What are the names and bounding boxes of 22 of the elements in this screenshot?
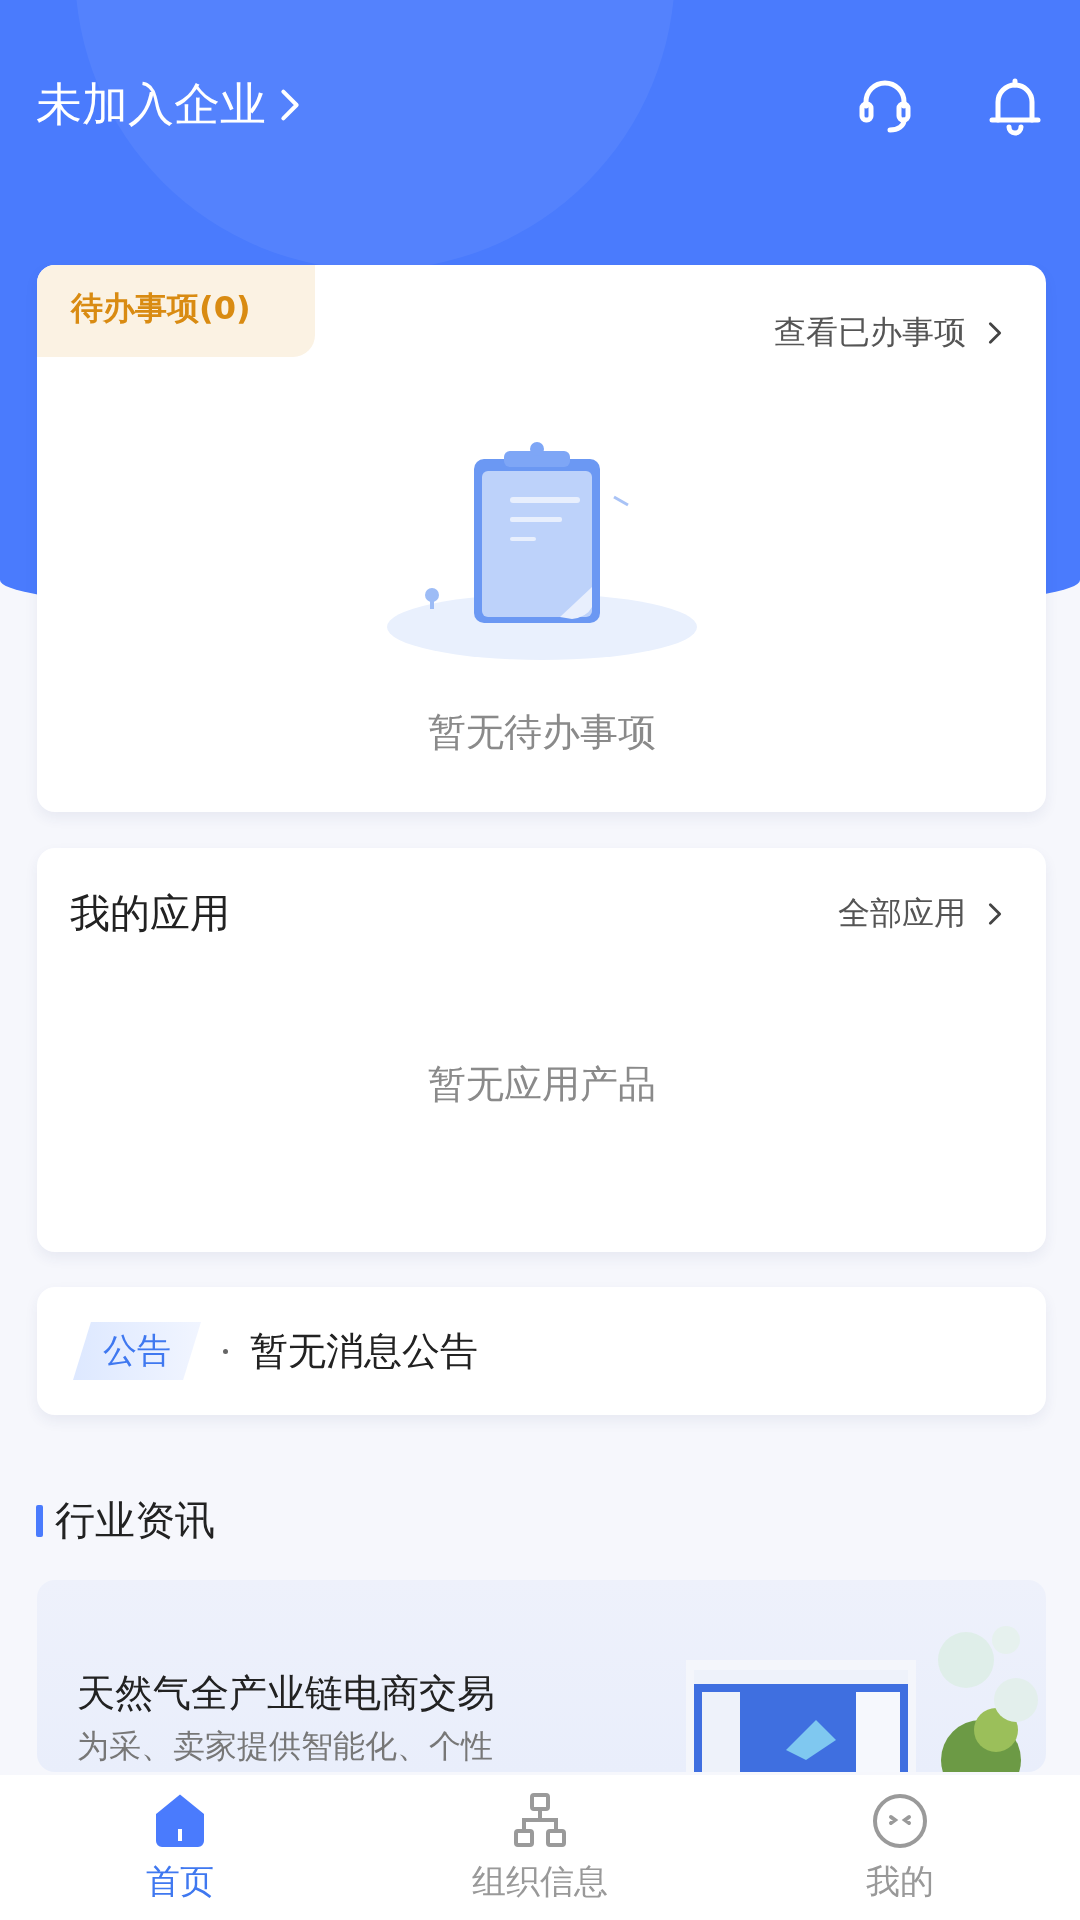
empty-apps-text: 暂无应用产品	[427, 1061, 656, 1108]
accent-bar	[36, 1504, 43, 1537]
tab-bar-item[interactable]: 我的	[720, 1775, 1080, 1920]
section-title: 行业资讯	[55, 1496, 215, 1545]
view-done-link[interactable]: 查看已办事项	[774, 311, 1002, 355]
apps-title: 我的应用	[70, 889, 230, 938]
notice-bar[interactable]: 公告 暂无消息公告	[37, 1287, 1046, 1415]
tab-bar-item[interactable]: 组织信息	[360, 1775, 720, 1920]
notice-tag: 公告	[73, 1322, 201, 1380]
news-card[interactable]: 天然气全产业链电商交易 为采、卖家提供智能化、个性	[37, 1580, 1046, 1772]
chevron-icon	[988, 321, 1002, 345]
chevron-icon	[280, 88, 300, 122]
todo-tab[interactable]: 待办事项(0)	[37, 265, 315, 357]
chevron-icon	[988, 901, 1002, 926]
empty-todo-text: 暂无待办事项	[427, 709, 656, 756]
all-apps-link[interactable]: 全部应用	[838, 891, 1002, 936]
dot-icon	[223, 1348, 228, 1354]
notice-text: 暂无消息公告	[250, 1327, 478, 1375]
tab-bar-item[interactable]: 首页	[0, 1775, 360, 1920]
news-title: 天然气全产业链电商交易	[77, 1670, 496, 1717]
company-selector[interactable]: 未加入企业	[36, 74, 854, 136]
news-summary: 为采、卖家提供智能化、个性	[77, 1726, 494, 1767]
